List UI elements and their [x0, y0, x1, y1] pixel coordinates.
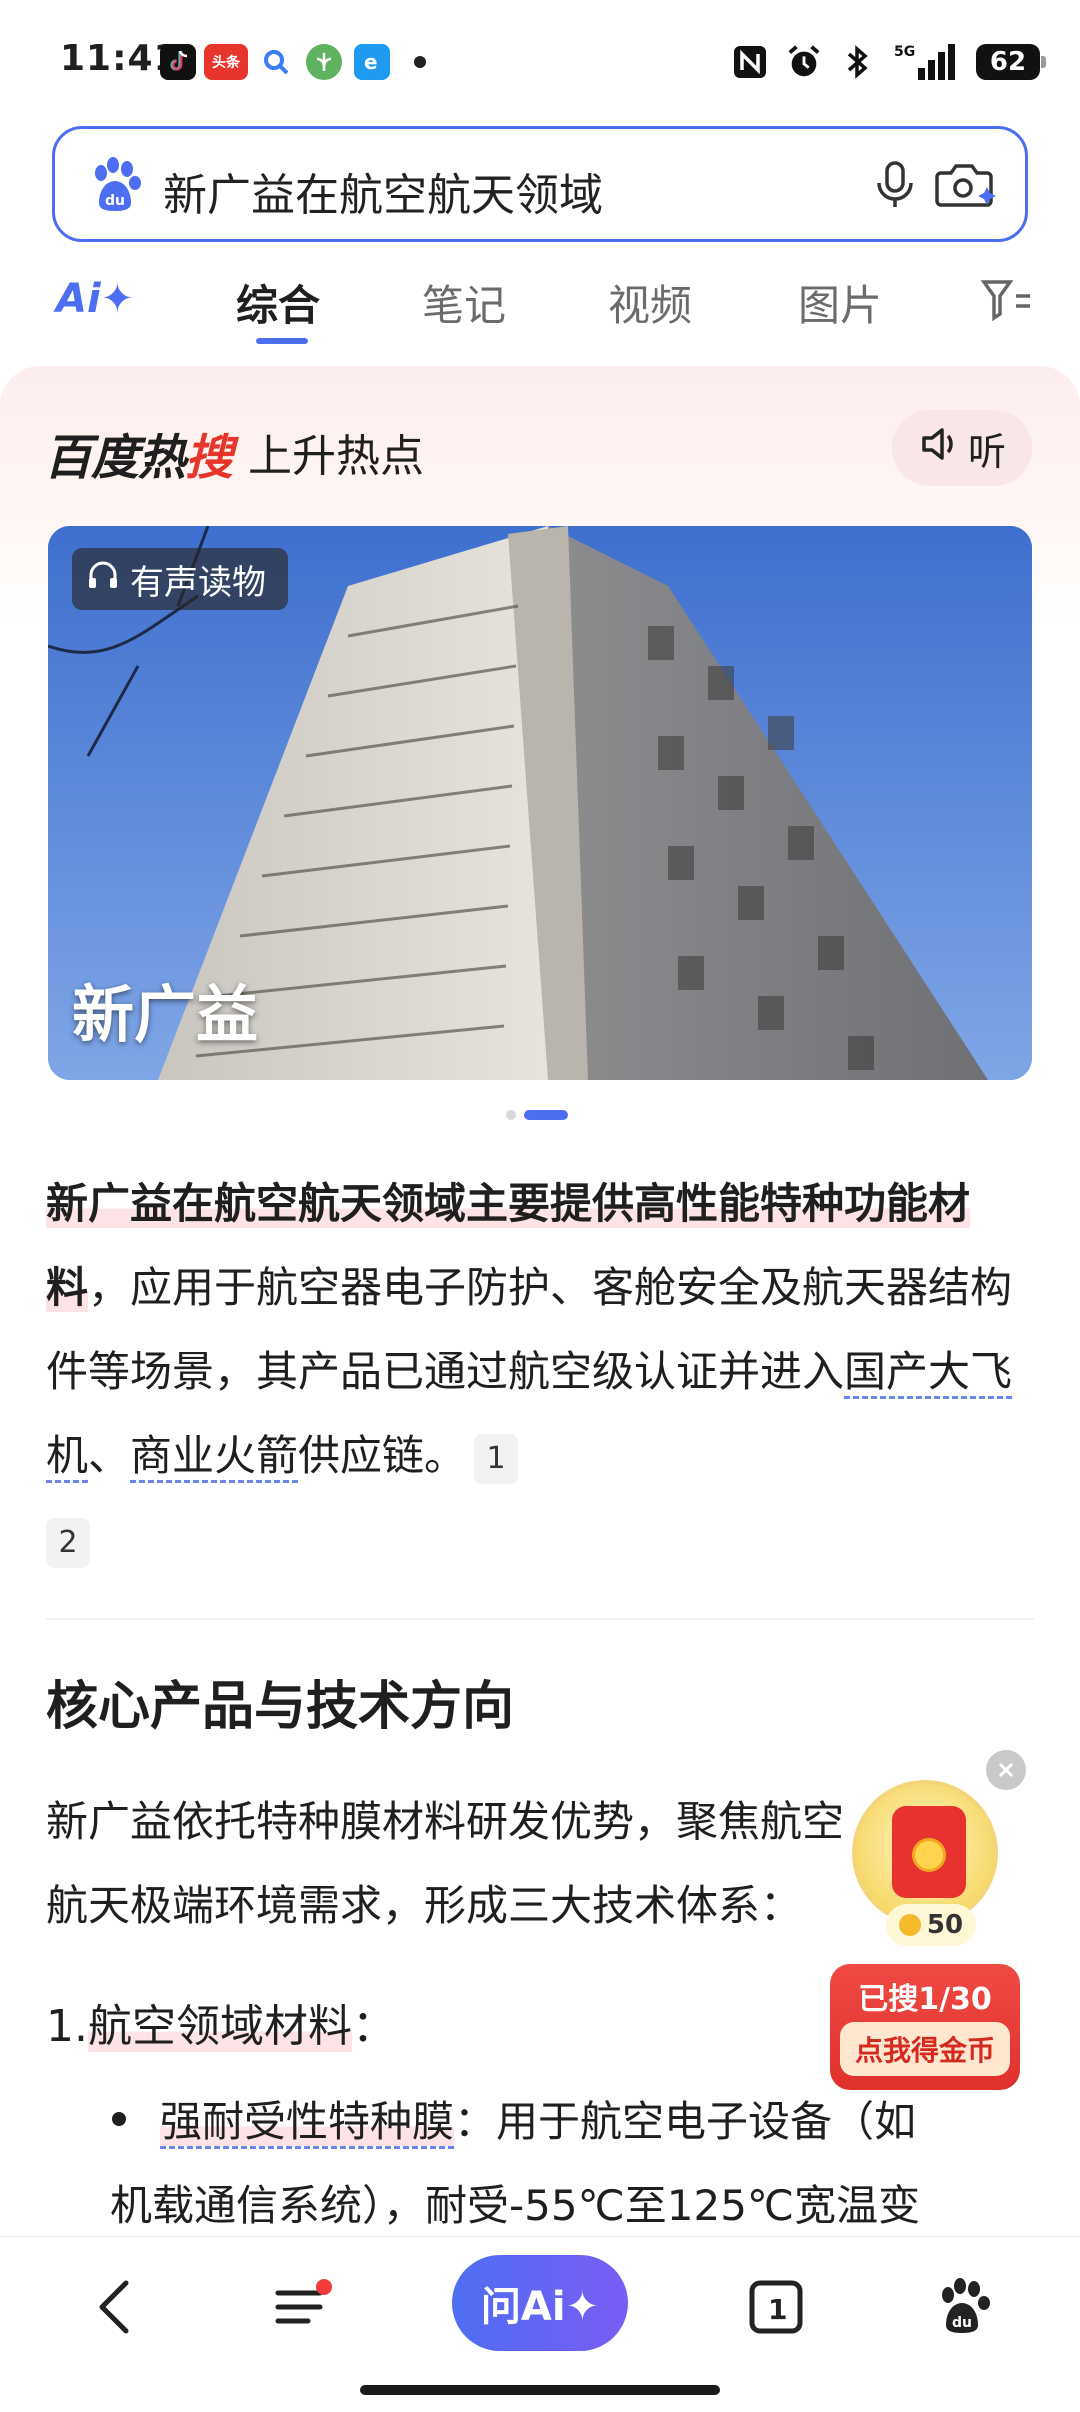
- bluetooth-icon: [840, 42, 876, 82]
- svg-text:du: du: [105, 193, 125, 209]
- tab-count: 1: [768, 2293, 787, 2326]
- signal-icon: 5G: [894, 42, 958, 82]
- search-query[interactable]: 新广益在航空航天领域: [163, 159, 603, 223]
- home-indicator[interactable]: [360, 2385, 720, 2395]
- notification-dot: [414, 56, 426, 68]
- bullet-item: 强耐受性特种膜：用于航空电子设备（如: [160, 2080, 1020, 2164]
- audio-book-badge[interactable]: 有声读物: [72, 548, 288, 610]
- filter-icon[interactable]: [980, 276, 1032, 332]
- speaker-icon: [918, 424, 960, 473]
- alarm-icon: [786, 42, 822, 82]
- app-icon: [306, 44, 342, 80]
- camera-search-icon[interactable]: [931, 155, 999, 215]
- tab-notes[interactable]: 笔记: [422, 272, 506, 333]
- search-box[interactable]: du 新广益在航空航天领域: [52, 126, 1028, 242]
- close-floating-button[interactable]: [986, 1750, 1026, 1790]
- tab-ai[interactable]: Ai✦: [56, 276, 134, 322]
- tab-images[interactable]: 图片: [798, 272, 882, 333]
- search-app-icon: [258, 44, 294, 80]
- bottom-nav: 问Ai✦ 1 du: [0, 2236, 1080, 2412]
- hot-brand-text: 百度热: [44, 430, 186, 486]
- coin-count: 50: [926, 1910, 964, 1940]
- app-icon: e: [354, 44, 390, 80]
- back-button[interactable]: [74, 2267, 154, 2347]
- baidu-home-icon[interactable]: du: [924, 2267, 1004, 2347]
- tab-comprehensive[interactable]: 综合: [236, 272, 320, 333]
- intro-end: 供应链。: [298, 1431, 467, 1480]
- list-number: 1.: [46, 2001, 88, 2052]
- searched-progress: 已搜1/30: [858, 1982, 992, 2017]
- headphones-icon: [86, 558, 120, 601]
- tabs-button[interactable]: 1: [736, 2267, 816, 2347]
- status-bar: 11:41 头条 e 5G 62: [0, 0, 1080, 118]
- tab-videos[interactable]: 视频: [608, 272, 692, 333]
- listen-label: 听: [967, 429, 1006, 474]
- ask-ai-button[interactable]: 问Ai✦: [452, 2255, 628, 2351]
- section-heading: 核心产品与技术方向: [46, 1677, 515, 1737]
- carousel-dot-active: [524, 1110, 568, 1120]
- baidu-paw-icon: du: [85, 155, 145, 215]
- section-paragraph: 新广益依托特种膜材料研发优势，聚焦航空航天极端环境需求，形成三大技术体系：: [46, 1797, 845, 1930]
- battery-indicator: 62: [976, 44, 1046, 80]
- svg-text:e: e: [364, 50, 378, 74]
- status-icons: 5G 62: [732, 40, 1046, 84]
- coin-small-icon: [898, 1914, 921, 1936]
- hot-brand-accent: 搜: [185, 430, 233, 486]
- microphone-icon[interactable]: [865, 155, 925, 215]
- listen-button[interactable]: 听: [892, 410, 1032, 486]
- section-divider: [46, 1618, 1034, 1620]
- list-colon: ：: [351, 2001, 396, 2052]
- citation-1[interactable]: 1: [474, 1433, 519, 1484]
- bullet-title-link[interactable]: 强耐受性特种膜: [160, 2097, 455, 2149]
- carousel-dot: [506, 1110, 516, 1120]
- svg-text:5G: 5G: [894, 44, 915, 60]
- reward-task-card[interactable]: 已搜1/30 点我得金币: [830, 1964, 1020, 2090]
- coin-icon: [912, 1838, 946, 1872]
- coin-count-badge: 50: [886, 1904, 976, 1946]
- hero-title: 新广益: [72, 978, 259, 1051]
- page: 11:41 头条 e 5G 62 du 新广益在航空航天领域 Ai✦ 综合 笔记…: [0, 0, 1080, 2412]
- citation-2[interactable]: 2: [46, 1517, 90, 1568]
- ai-answer-intro: 新广益在航空航天领域主要提供高性能特种功能材料，应用于航空器电子防护、客舱安全及…: [46, 1162, 1036, 1582]
- hot-subtitle: 上升热点: [248, 431, 424, 482]
- toutiao-icon: 头条: [204, 44, 248, 80]
- carousel-indicator: [506, 1110, 568, 1120]
- bullet-text: ：用于航空电子设备（如: [454, 2097, 917, 2146]
- svg-text:du: du: [952, 2315, 972, 2331]
- list-item-1: 1.航空领域材料：: [46, 1990, 396, 2054]
- audio-badge-label: 有声读物: [130, 562, 266, 603]
- list-title: 航空领域材料: [87, 2001, 352, 2052]
- menu-button[interactable]: [262, 2267, 342, 2347]
- search-tabs: Ai✦ 综合 笔记 视频 图片: [0, 262, 1080, 362]
- active-tab-indicator: [256, 338, 308, 344]
- get-coins-button[interactable]: 点我得金币: [840, 2022, 1010, 2076]
- intro-separator: 、: [88, 1431, 131, 1480]
- douyin-icon: [160, 44, 196, 80]
- link-commercial-rocket[interactable]: 商业火箭: [130, 1431, 299, 1483]
- bullet-dot: [112, 2112, 126, 2126]
- baidu-hot-logo: 百度热搜: [44, 418, 233, 488]
- nfc-icon: [732, 42, 768, 82]
